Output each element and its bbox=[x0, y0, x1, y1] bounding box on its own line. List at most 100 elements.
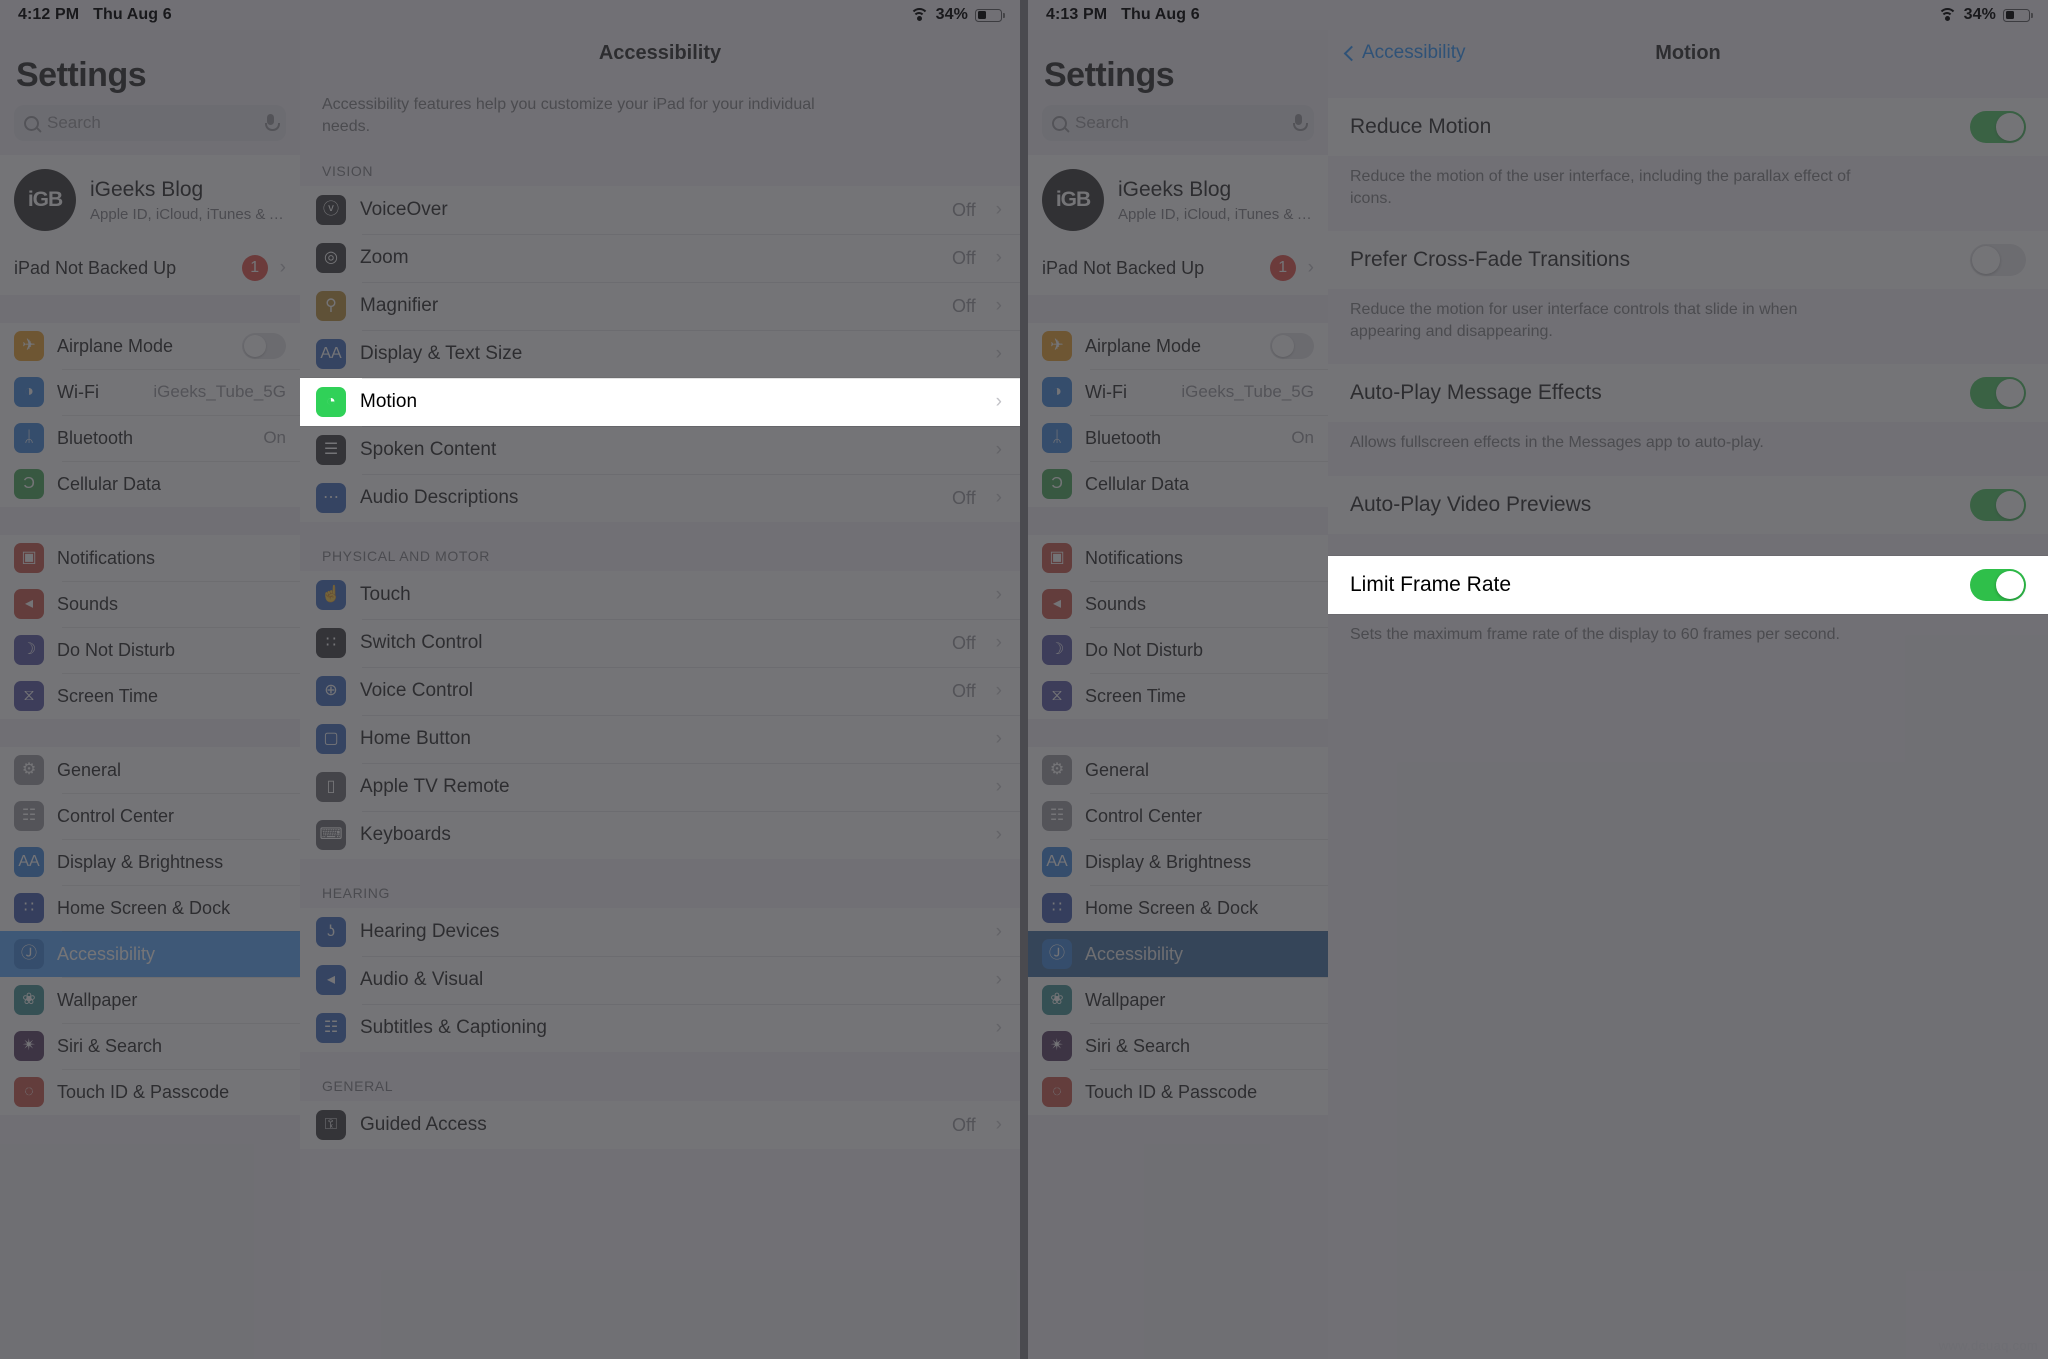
apple-id-row[interactable]: iGB iGeeks Blog Apple ID, iCloud, iTunes… bbox=[0, 155, 300, 245]
accessibility-row-display-text-size[interactable]: AA Display & Text Size › bbox=[300, 330, 1020, 379]
accessibility-row-audio-descriptions[interactable]: ⋯ Audio Descriptions Off › bbox=[300, 474, 1020, 523]
limit-frame-rate-toggle[interactable] bbox=[1970, 568, 2026, 601]
status-date: Thu Aug 6 bbox=[1121, 6, 1200, 23]
sidebar-item-do-not-disturb[interactable]: ☽ Do Not Disturb bbox=[1028, 627, 1328, 673]
sidebar-item-cellular-data[interactable]: Ɔ Cellular Data bbox=[0, 461, 300, 507]
status-indicators: 34% bbox=[1937, 6, 2034, 24]
sidebar-item-label: Cellular Data bbox=[1085, 473, 1190, 494]
sidebar-item-touch-id-passcode[interactable]: ◌ Touch ID & Passcode bbox=[1028, 1069, 1328, 1115]
sidebar-item-accessibility[interactable]: Ⓙ Accessibility bbox=[1028, 931, 1328, 977]
sidebar-item-control-center[interactable]: ☷ Control Center bbox=[0, 793, 300, 839]
sidebar-item-label: Bluetooth bbox=[1085, 427, 1162, 448]
auto-play-video-previews-toggle[interactable] bbox=[1970, 488, 2026, 521]
sidebar-item-notifications[interactable]: ▣ Notifications bbox=[0, 535, 300, 581]
sidebar-item-label: Do Not Disturb bbox=[57, 639, 176, 660]
sidebar-item-airplane-mode[interactable]: ✈ Airplane Mode bbox=[0, 323, 300, 369]
row-value: Off bbox=[951, 487, 976, 508]
settings-card: ʖ Hearing Devices › ◂ Audio & Visual › ☷ Subtit… bbox=[300, 908, 1020, 1053]
sidebar-item-sounds[interactable]: ◂ Sounds bbox=[1028, 581, 1328, 627]
sidebar-item-label: Wi-Fi bbox=[1085, 381, 1127, 402]
backup-label: iPad Not Backed Up bbox=[14, 257, 177, 278]
sidebar-item-siri-search[interactable]: ✴ Siri & Search bbox=[0, 1023, 300, 1069]
sidebar-item-siri-search[interactable]: ✴ Siri & Search bbox=[1028, 1023, 1328, 1069]
sidebar-item-screen-time[interactable]: ⧖ Screen Time bbox=[1028, 673, 1328, 719]
accessibility-row-voice-control[interactable]: ⊕ Voice Control Off › bbox=[300, 667, 1020, 716]
sidebar-item-bluetooth[interactable]: ᛦ Bluetooth On bbox=[0, 415, 300, 461]
search-input[interactable]: Search bbox=[14, 105, 286, 141]
sidebar-item-display-brightness[interactable]: AA Display & Brightness bbox=[1028, 839, 1328, 885]
chevron-right-icon: › bbox=[995, 1114, 1002, 1136]
accessibility-row-touch[interactable]: ☝ Touch › bbox=[300, 571, 1020, 620]
sidebar-item-home-screen-dock[interactable]: ∷ Home Screen & Dock bbox=[1028, 885, 1328, 931]
accessibility-row-magnifier[interactable]: ⚲ Magnifier Off › bbox=[300, 282, 1020, 331]
accessibility-row-keyboards[interactable]: ⌨ Keyboards › bbox=[300, 811, 1020, 860]
sidebar-item-home-screen-dock[interactable]: ∷ Home Screen & Dock bbox=[0, 885, 300, 931]
sidebar-item-cellular-data[interactable]: Ɔ Cellular Data bbox=[1028, 461, 1328, 507]
prefer-cross-fade-transitions-toggle[interactable] bbox=[1970, 244, 2026, 277]
motion-row-auto-play-message-effects[interactable]: Auto-Play Message Effects bbox=[1328, 364, 2048, 423]
airplane-mode-toggle[interactable] bbox=[1270, 333, 1314, 359]
sidebar-item-accessibility[interactable]: Ⓙ Accessibility bbox=[0, 931, 300, 977]
back-button[interactable]: Accessibility bbox=[1343, 42, 1465, 64]
sidebar-item-notifications[interactable]: ▣ Notifications bbox=[1028, 535, 1328, 581]
motion-card-prefer-cross-fade-transitions: Prefer Cross-Fade Transitions bbox=[1328, 231, 2048, 290]
accessibility-row-switch-control[interactable]: ∷ Switch Control Off › bbox=[300, 619, 1020, 668]
accessibility-row-apple-tv-remote[interactable]: ▯ Apple TV Remote › bbox=[300, 763, 1020, 812]
motion-detail-pane: Accessibility Motion Reduce Motion Reduce… bbox=[1328, 30, 2048, 1359]
sidebar-item-screen-time[interactable]: ⧖ Screen Time bbox=[0, 673, 300, 719]
icon-glyph: ◂ bbox=[326, 971, 336, 989]
icon-glyph: ❀ bbox=[22, 991, 36, 1008]
motion-description-prefer-cross-fade-transitions: Reduce the motion for user interface con… bbox=[1350, 301, 1798, 340]
icon-glyph: ⚙ bbox=[1049, 761, 1065, 778]
accessibility-row-motion[interactable]: ◔ Motion › bbox=[300, 378, 1020, 427]
microphone-icon[interactable] bbox=[264, 114, 280, 132]
motion-row-auto-play-video-previews[interactable]: Auto-Play Video Previews bbox=[1328, 475, 2048, 534]
accessibility-row-home-button[interactable]: ▢ Home Button › bbox=[300, 715, 1020, 764]
sidebar-item-control-center[interactable]: ☷ Control Center bbox=[1028, 793, 1328, 839]
motion-row-prefer-cross-fade-transitions[interactable]: Prefer Cross-Fade Transitions bbox=[1328, 231, 2048, 290]
icon-glyph: ✈ bbox=[1050, 337, 1064, 354]
sidebar-item-do-not-disturb[interactable]: ☽ Do Not Disturb bbox=[0, 627, 300, 673]
icon-glyph: ☷ bbox=[323, 1019, 339, 1037]
sidebar-item-wi-fi[interactable]: ◑ Wi-Fi iGeeks_Tube_5G bbox=[0, 369, 300, 415]
accessibility-icon: Ⓙ bbox=[14, 939, 44, 969]
microphone-icon[interactable] bbox=[1292, 114, 1308, 132]
accessibility-detail-pane: Accessibility Accessibility features hel… bbox=[300, 30, 1020, 1359]
sidebar-item-sounds[interactable]: ◂ Sounds bbox=[0, 581, 300, 627]
reduce-motion-toggle[interactable] bbox=[1970, 111, 2026, 143]
accessibility-row-audio-visual[interactable]: ◂ Audio & Visual › bbox=[300, 956, 1020, 1005]
accessibility-row-hearing-devices[interactable]: ʖ Hearing Devices › bbox=[300, 908, 1020, 957]
sidebar-scroll: iGB iGeeks Blog Apple ID, iCloud, iTunes… bbox=[0, 155, 300, 1359]
wallpaper-icon: ❀ bbox=[14, 985, 44, 1015]
backup-alert-row[interactable]: iPad Not Backed Up 1 › bbox=[1028, 245, 1328, 295]
accessibility-row-spoken-content[interactable]: ☰ Spoken Content › bbox=[300, 426, 1020, 475]
sidebar-item-bluetooth[interactable]: ᛦ Bluetooth On bbox=[1028, 415, 1328, 461]
sidebar-item-wallpaper[interactable]: ❀ Wallpaper bbox=[1028, 977, 1328, 1023]
search-input[interactable]: Search bbox=[1042, 105, 1314, 141]
accessibility-row-zoom[interactable]: ◎ Zoom Off › bbox=[300, 234, 1020, 283]
display-text-size-icon: AA bbox=[316, 339, 346, 370]
chevron-right-icon: › bbox=[1307, 257, 1314, 278]
sidebar-item-touch-id-passcode[interactable]: ◌ Touch ID & Passcode bbox=[0, 1069, 300, 1115]
sidebar-item-display-brightness[interactable]: AA Display & Brightness bbox=[0, 839, 300, 885]
apple-id-row[interactable]: iGB iGeeks Blog Apple ID, iCloud, iTunes… bbox=[1028, 155, 1328, 245]
row-label: Prefer Cross-Fade Transitions bbox=[1350, 248, 1631, 272]
icon-glyph: ◌ bbox=[24, 1083, 34, 1100]
backup-alert-row[interactable]: iPad Not Backed Up 1 › bbox=[0, 245, 300, 295]
auto-play-message-effects-toggle[interactable] bbox=[1970, 377, 2026, 410]
sidebar-item-general[interactable]: ⚙ General bbox=[1028, 747, 1328, 793]
accessibility-row-subtitles-captioning[interactable]: ☷ Subtitles & Captioning › bbox=[300, 1004, 1020, 1053]
accessibility-row-guided-access[interactable]: ⚿ Guided Access Off › bbox=[300, 1101, 1020, 1150]
motion-row-limit-frame-rate[interactable]: Limit Frame Rate bbox=[1328, 555, 2048, 614]
row-label: Hearing Devices bbox=[360, 921, 500, 943]
accessibility-row-voiceover[interactable]: ⓥ VoiceOver Off › bbox=[300, 186, 1020, 235]
sidebar-item-airplane-mode[interactable]: ✈ Airplane Mode bbox=[1028, 323, 1328, 369]
sidebar-item-value: iGeeks_Tube_5G bbox=[1181, 382, 1314, 401]
icon-glyph: ᛦ bbox=[1052, 429, 1062, 446]
sidebar-item-general[interactable]: ⚙ General bbox=[0, 747, 300, 793]
sidebar-item-wallpaper[interactable]: ❀ Wallpaper bbox=[0, 977, 300, 1023]
airplane-mode-toggle[interactable] bbox=[242, 333, 286, 359]
sidebar-item-wi-fi[interactable]: ◑ Wi-Fi iGeeks_Tube_5G bbox=[1028, 369, 1328, 415]
motion-row-reduce-motion[interactable]: Reduce Motion bbox=[1328, 98, 2048, 156]
sidebar-item-label: Touch ID & Passcode bbox=[57, 1081, 230, 1102]
